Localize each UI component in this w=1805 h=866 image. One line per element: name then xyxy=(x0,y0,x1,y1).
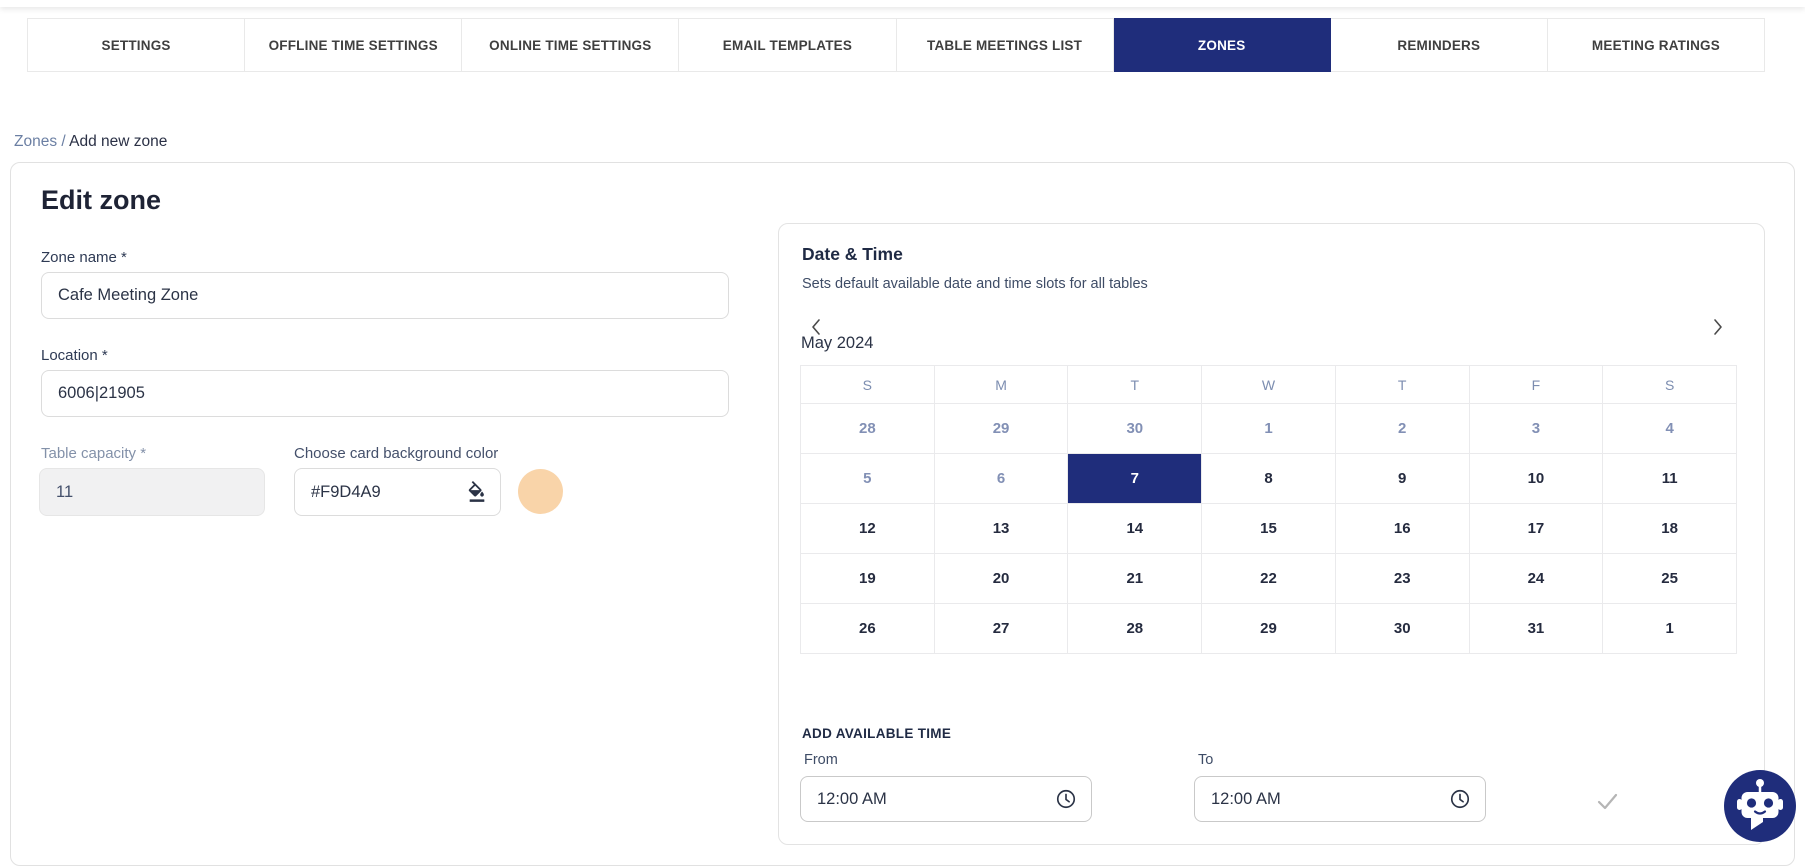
calendar-day-cell[interactable]: 10 xyxy=(1470,454,1604,504)
calendar-day-cell[interactable]: 27 xyxy=(935,604,1069,654)
to-label: To xyxy=(1198,752,1213,768)
tab-settings[interactable]: SETTINGS xyxy=(27,18,245,72)
tab-online-time-settings[interactable]: ONLINE TIME SETTINGS xyxy=(462,18,679,72)
calendar-day-cell[interactable]: 31 xyxy=(1470,604,1604,654)
tab-reminders[interactable]: REMINDERS xyxy=(1331,18,1548,72)
table-capacity-label: Table capacity * xyxy=(41,445,146,462)
edit-zone-card: Edit zone Zone name * Location * Table c… xyxy=(10,162,1795,866)
chatbot-launcher-button[interactable] xyxy=(1724,770,1796,842)
calendar-day-cell[interactable]: 15 xyxy=(1202,504,1336,554)
calendar-day-header: S xyxy=(1603,366,1737,404)
color-swatch xyxy=(518,469,563,514)
add-available-time-heading: ADD AVAILABLE TIME xyxy=(802,726,951,741)
to-time-field xyxy=(1194,776,1486,822)
tab-offline-time-settings[interactable]: OFFLINE TIME SETTINGS xyxy=(245,18,462,72)
calendar-day-cell[interactable]: 3 xyxy=(1470,404,1604,454)
calendar-day-cell[interactable]: 4 xyxy=(1603,404,1737,454)
calendar-day-cell[interactable]: 24 xyxy=(1470,554,1604,604)
calendar-day-header: M xyxy=(935,366,1069,404)
calendar-day-cell[interactable]: 12 xyxy=(801,504,935,554)
page-title: Edit zone xyxy=(41,185,161,216)
calendar-day-cell[interactable]: 16 xyxy=(1336,504,1470,554)
calendar-day-cell[interactable]: 13 xyxy=(935,504,1069,554)
calendar-day-header: S xyxy=(801,366,935,404)
calendar-day-cell[interactable]: 28 xyxy=(1068,604,1202,654)
calendar-next-button[interactable] xyxy=(1707,317,1729,339)
calendar-grid: SMTWTFS282930123456789101112131415161718… xyxy=(800,365,1737,654)
date-time-subtitle: Sets default available date and time slo… xyxy=(802,276,1148,292)
calendar-day-cell[interactable]: 9 xyxy=(1336,454,1470,504)
zone-name-input[interactable] xyxy=(41,272,729,319)
calendar-day-selected[interactable]: 7 xyxy=(1068,454,1202,504)
calendar-day-cell[interactable]: 30 xyxy=(1068,404,1202,454)
zone-name-label: Zone name * xyxy=(41,249,127,266)
confirm-time-check-icon[interactable] xyxy=(1593,787,1621,815)
chevron-right-icon xyxy=(1713,318,1723,339)
calendar-day-cell[interactable]: 25 xyxy=(1603,554,1737,604)
calendar-day-cell[interactable]: 21 xyxy=(1068,554,1202,604)
settings-tab-bar: SETTINGSOFFLINE TIME SETTINGSONLINE TIME… xyxy=(27,18,1765,72)
calendar-day-cell[interactable]: 29 xyxy=(1202,604,1336,654)
breadcrumb-current: Add new zone xyxy=(69,133,167,150)
calendar-day-cell[interactable]: 30 xyxy=(1336,604,1470,654)
card-color-field xyxy=(294,468,501,516)
from-time-input[interactable] xyxy=(817,790,1055,809)
tab-email-templates[interactable]: EMAIL TEMPLATES xyxy=(679,18,896,72)
calendar-day-header: F xyxy=(1470,366,1604,404)
from-time-field xyxy=(800,776,1092,822)
calendar-day-cell[interactable]: 23 xyxy=(1336,554,1470,604)
tab-table-meetings-list[interactable]: TABLE MEETINGS LIST xyxy=(897,18,1114,72)
calendar-day-cell[interactable]: 1 xyxy=(1603,604,1737,654)
top-shadow-bar xyxy=(0,0,1805,7)
location-label: Location * xyxy=(41,347,108,364)
to-time-input[interactable] xyxy=(1211,790,1449,809)
table-capacity-input xyxy=(39,468,265,516)
calendar-day-cell[interactable]: 5 xyxy=(801,454,935,504)
card-color-label: Choose card background color xyxy=(294,445,498,462)
date-time-title: Date & Time xyxy=(802,244,903,265)
breadcrumb-zones-link[interactable]: Zones xyxy=(14,133,57,150)
tab-zones[interactable]: ZONES xyxy=(1114,18,1331,72)
calendar-month-label: May 2024 xyxy=(801,334,873,353)
calendar-day-cell[interactable]: 14 xyxy=(1068,504,1202,554)
from-label: From xyxy=(804,752,838,768)
calendar-day-header: W xyxy=(1202,366,1336,404)
clock-icon[interactable] xyxy=(1055,788,1077,810)
clock-icon[interactable] xyxy=(1449,788,1471,810)
calendar-day-cell[interactable]: 8 xyxy=(1202,454,1336,504)
calendar-day-cell[interactable]: 29 xyxy=(935,404,1069,454)
breadcrumb-separator: / xyxy=(57,133,69,150)
calendar-day-cell[interactable]: 2 xyxy=(1336,404,1470,454)
date-time-panel: Date & Time Sets default available date … xyxy=(778,223,1765,845)
calendar-day-cell[interactable]: 28 xyxy=(801,404,935,454)
robot-icon xyxy=(1724,829,1796,846)
calendar-day-cell[interactable]: 17 xyxy=(1470,504,1604,554)
calendar-day-cell[interactable]: 20 xyxy=(935,554,1069,604)
calendar-day-header: T xyxy=(1068,366,1202,404)
calendar-day-cell[interactable]: 1 xyxy=(1202,404,1336,454)
breadcrumb: Zones / Add new zone xyxy=(14,133,167,151)
calendar-day-cell[interactable]: 6 xyxy=(935,454,1069,504)
paint-bucket-icon[interactable] xyxy=(466,481,488,503)
calendar-day-cell[interactable]: 19 xyxy=(801,554,935,604)
tab-meeting-ratings[interactable]: MEETING RATINGS xyxy=(1548,18,1765,72)
calendar-day-cell[interactable]: 18 xyxy=(1603,504,1737,554)
calendar-day-header: T xyxy=(1336,366,1470,404)
calendar-day-cell[interactable]: 26 xyxy=(801,604,935,654)
calendar-day-cell[interactable]: 22 xyxy=(1202,554,1336,604)
calendar-day-cell[interactable]: 11 xyxy=(1603,454,1737,504)
location-input[interactable] xyxy=(41,370,729,417)
card-color-input[interactable] xyxy=(311,483,466,502)
